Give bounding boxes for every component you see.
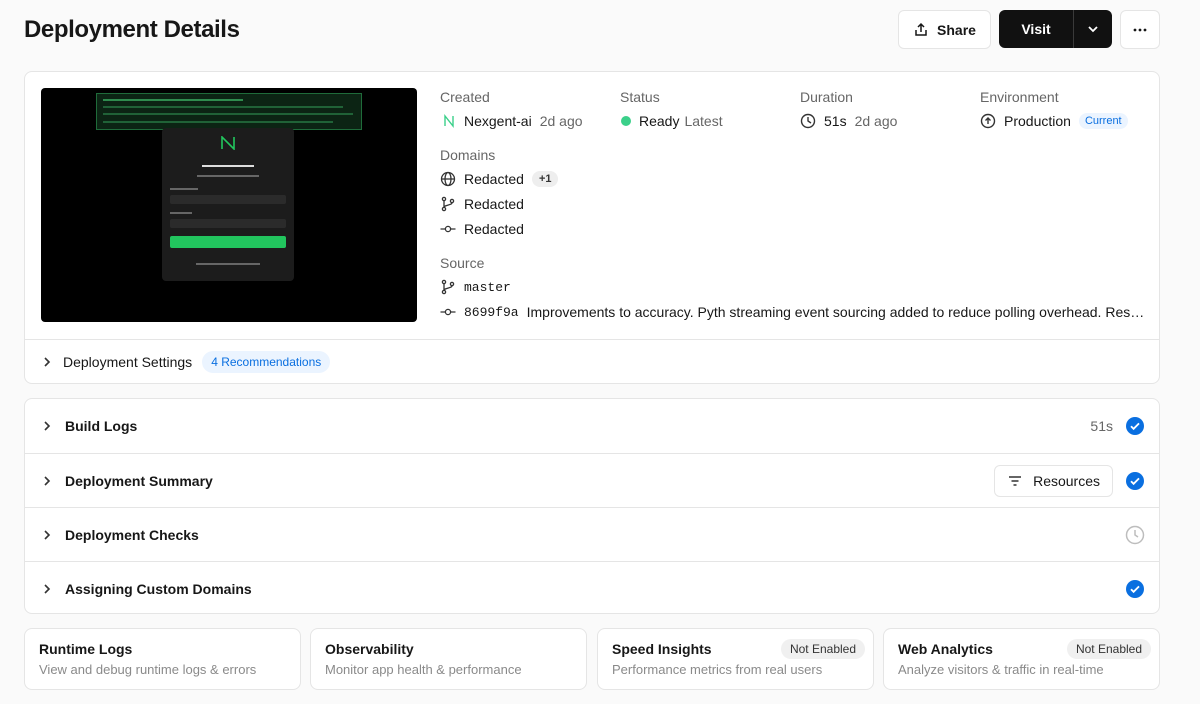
clock-icon [800,113,816,129]
step-label: Deployment Checks [65,526,199,543]
commit-hash[interactable]: 8699f9a [464,305,519,320]
step-deployment-checks[interactable]: Deployment Checks [25,507,1159,561]
created-author[interactable]: Nexgent-ai [464,113,532,129]
domain-link[interactable]: Redacted [464,221,524,237]
domain-item: Redacted +1 [440,171,559,187]
check-circle-icon [1126,472,1144,490]
environment-text: Production [1004,113,1071,129]
step-status [1125,562,1145,616]
deployment-steps-card: Build Logs 51s Deployment Summary Resour… [24,398,1160,614]
domain-link[interactable]: Redacted [464,196,524,212]
build-duration: 51s [1090,418,1113,434]
preview-banner [96,93,362,130]
source-branch: master [440,279,511,295]
duration-value: 51s 2d ago [800,113,897,129]
domain-item: Redacted [440,221,524,237]
commit-icon [440,308,456,316]
arrow-up-circle-icon [980,113,996,129]
domain-item: Redacted [440,196,524,212]
duration-time: 2d ago [854,113,898,129]
source-label: Source [440,255,485,271]
status-label: Status [620,89,660,105]
page-title: Deployment Details [24,16,240,43]
author-avatar-icon [444,114,454,128]
not-enabled-badge: Not Enabled [780,639,865,659]
ellipsis-icon [1133,28,1147,31]
chevron-right-icon [44,583,51,594]
status-text: Ready [639,113,680,129]
filter-icon [1009,476,1022,486]
environment-badge: Current [1078,113,1128,129]
environment-value: Production Current [980,113,1128,129]
step-status: 51s [1090,399,1145,453]
share-icon [915,22,927,36]
visit-button[interactable]: Visit [999,10,1073,48]
deployment-settings-row[interactable]: Deployment Settings 4 Recommendations [25,339,1159,384]
card-subtitle: Analyze visitors & traffic in real-time [898,662,1104,677]
page-header: Deployment Details Share Visit [24,10,1160,50]
domain-count-badge[interactable]: +1 [531,171,559,187]
deployment-preview[interactable] [41,88,417,322]
speed-insights-card[interactable]: Speed Insights Performance metrics from … [597,628,874,690]
commit-icon [440,225,456,233]
preview-login-panel [162,128,294,281]
observability-card[interactable]: Observability Monitor app health & perfo… [310,628,587,690]
chevron-right-icon [44,421,51,431]
share-label: Share [937,21,976,38]
resources-label: Resources [1033,473,1100,489]
step-status: Resources [994,454,1145,508]
duration-label: Duration [800,89,853,105]
domains-label: Domains [440,147,496,163]
card-subtitle: Monitor app health & performance [325,662,522,677]
environment-label: Environment [980,89,1059,105]
check-circle-icon [1126,580,1144,598]
card-subtitle: Performance metrics from real users [612,662,823,677]
step-custom-domains[interactable]: Assigning Custom Domains [25,561,1159,615]
branch-icon [441,279,455,295]
branch-icon [441,196,455,212]
deployment-settings-label: Deployment Settings [63,354,193,370]
deployment-card: Created Nexgent-ai 2d ago Status Ready L… [24,71,1160,384]
domain-link[interactable]: Redacted [464,171,524,187]
visit-dropdown-button[interactable] [1073,10,1112,48]
created-time: 2d ago [539,113,583,129]
visit-split-button: Visit [999,10,1112,48]
step-label: Build Logs [65,418,138,434]
commit-message: Improvements to accuracy. Pyth streaming… [526,304,1147,320]
not-enabled-badge: Not Enabled [1066,639,1151,659]
duration-text: 51s [824,113,847,129]
runtime-logs-card[interactable]: Runtime Logs View and debug runtime logs… [24,628,301,690]
created-label: Created [440,89,490,105]
check-circle-icon [1126,417,1144,435]
step-deployment-summary[interactable]: Deployment Summary Resources [25,453,1159,507]
card-title: Runtime Logs [39,641,133,657]
resources-button[interactable]: Resources [994,465,1113,497]
status-tag: Latest [684,113,723,129]
chevron-right-icon [44,529,51,540]
chevron-right-icon [44,475,51,486]
status-value: Ready Latest [621,113,723,129]
branch-name[interactable]: master [464,280,511,295]
card-title: Observability [325,641,414,657]
globe-icon [440,171,456,187]
chevron-down-icon [1088,26,1098,33]
step-build-logs[interactable]: Build Logs 51s [25,399,1159,453]
share-button[interactable]: Share [898,10,991,49]
status-dot-icon [621,116,631,126]
card-subtitle: View and debug runtime logs & errors [39,662,257,677]
header-actions: Share Visit [898,10,1160,49]
clock-icon [1125,525,1145,545]
step-label: Deployment Summary [65,472,213,489]
more-options-button[interactable] [1120,10,1160,49]
web-analytics-card[interactable]: Web Analytics Analyze visitors & traffic… [883,628,1160,690]
created-value: Nexgent-ai 2d ago [442,113,583,129]
chevron-right-icon [44,357,51,367]
preview-logo-icon [221,136,235,150]
step-status [1125,508,1145,562]
recommendations-badge[interactable]: 4 Recommendations [202,351,331,373]
source-commit: 8699f9a Improvements to accuracy. Pyth s… [440,304,1147,320]
step-label: Assigning Custom Domains [65,580,252,597]
